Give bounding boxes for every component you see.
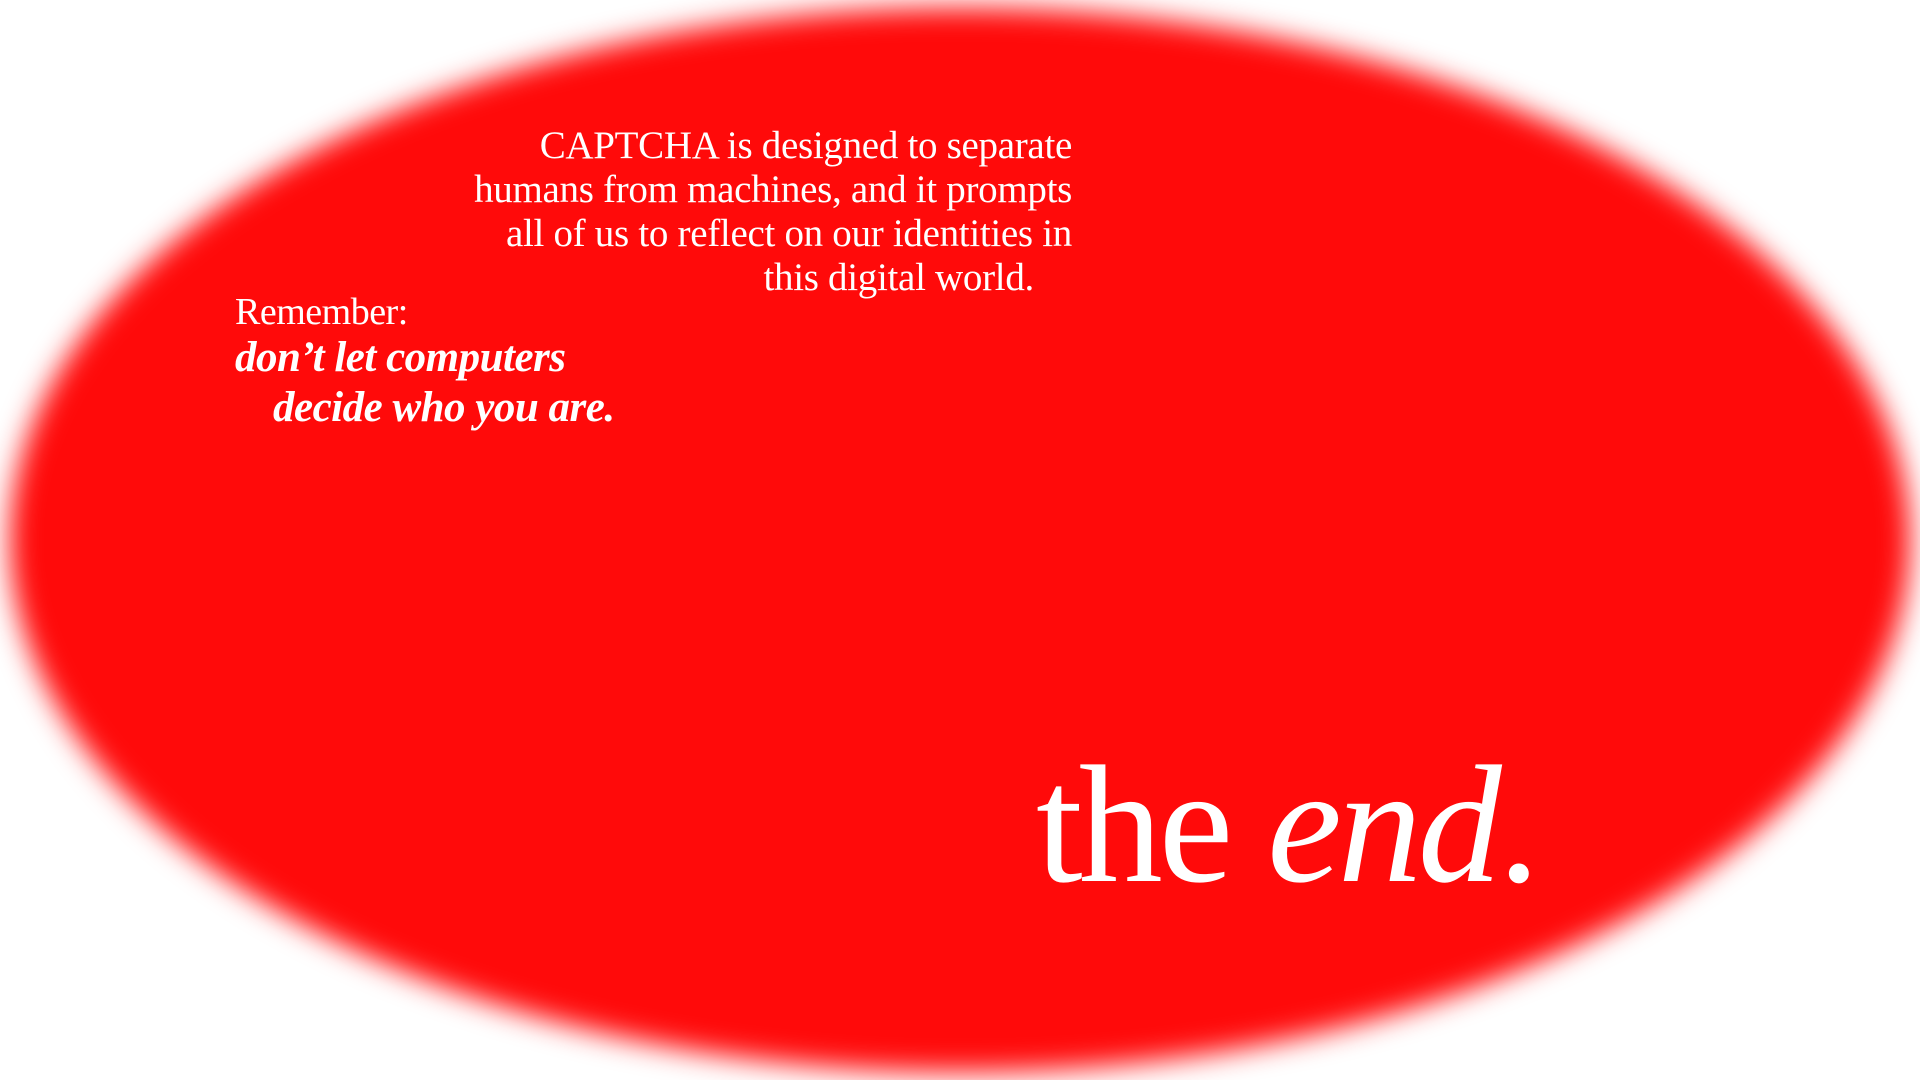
paragraph-line: CAPTCHA is designed to separate	[539, 124, 1073, 167]
remember-label: Remember:	[235, 291, 408, 333]
paragraph-line: humans from machines, and it prompts	[474, 168, 1072, 211]
closing-prefix: the	[1036, 732, 1268, 918]
slide: CAPTCHA is designed to separate humans f…	[0, 0, 1920, 1080]
closing-suffix: .	[1497, 732, 1540, 918]
captcha-paragraph: CAPTCHA is designed to separate humans f…	[452, 124, 1072, 300]
reminder-motto: don’t let computers decide who you are.	[235, 333, 615, 433]
paragraph-line: all of us to reflect on our identities i…	[505, 212, 1072, 255]
closing-title: the end.	[1036, 730, 1540, 920]
motto-line: decide who you are.	[273, 384, 615, 431]
motto-line: don’t let computers	[235, 334, 566, 381]
closing-emphasis: end	[1267, 732, 1502, 918]
paragraph-line: this digital world.	[763, 256, 1034, 299]
